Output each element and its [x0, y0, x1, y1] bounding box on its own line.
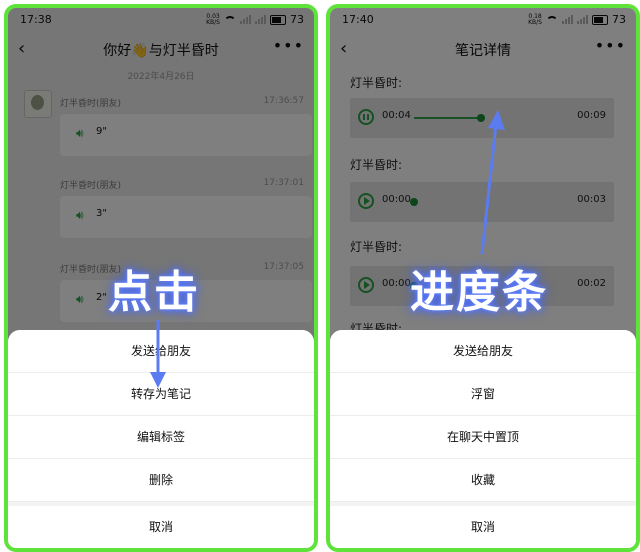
delete-button[interactable]: 删除	[8, 459, 314, 502]
cancel-button[interactable]: 取消	[8, 506, 314, 548]
favorite-button[interactable]: 收藏	[330, 459, 636, 502]
floating-window-button[interactable]: 浮窗	[330, 373, 636, 416]
action-sheet: 发送给朋友 浮窗 在聊天中置顶 收藏 取消	[330, 330, 636, 548]
left-phone-screen: 17:38 0.03 KB/S 73 ‹ 你好👋与灯半昏时 ••• 2022年4…	[4, 4, 318, 552]
pin-in-chat-button[interactable]: 在聊天中置顶	[330, 416, 636, 459]
annotation-text: 点击	[108, 267, 200, 318]
annotation-text: 进度条	[410, 267, 548, 318]
annotation-arrow	[480, 110, 505, 255]
annotation-arrow	[150, 320, 166, 388]
send-to-friend-button[interactable]: 发送给朋友	[330, 330, 636, 373]
edit-tags-button[interactable]: 编辑标签	[8, 416, 314, 459]
right-phone-screen: 17:40 0.18 KB/S 73 ‹ 笔记详情 ••• 灯半昏时: 00:0…	[326, 4, 640, 552]
cancel-button[interactable]: 取消	[330, 506, 636, 548]
